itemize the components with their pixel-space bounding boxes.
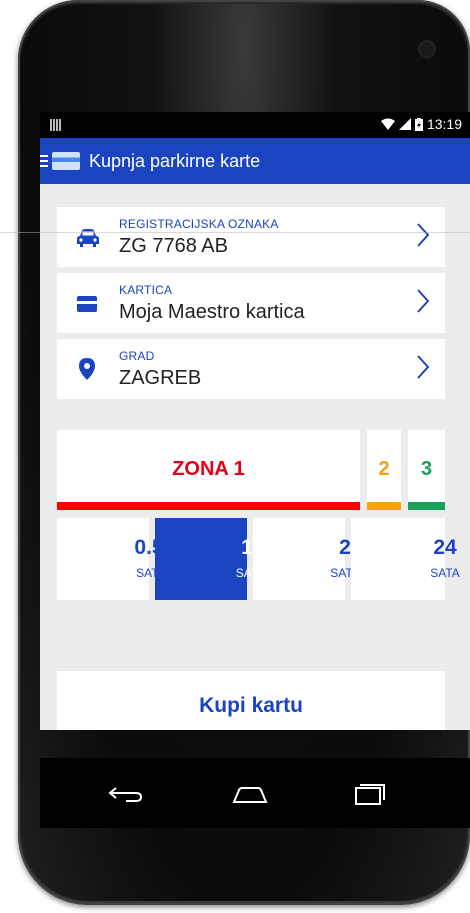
app-bar: Kupnja parkirne karte <box>40 138 470 184</box>
navigation-bar <box>40 758 470 828</box>
row-card-label: KARTICA <box>119 283 173 297</box>
row-city-label: GRAD <box>119 349 155 363</box>
duration-value: 24 <box>433 536 457 559</box>
front-camera <box>420 42 434 56</box>
back-icon[interactable] <box>106 780 146 808</box>
zone-3-tab[interactable]: 3 <box>408 430 445 510</box>
battery-icon <box>414 117 423 131</box>
duration-option-selected[interactable]: 1 SAT <box>155 518 258 600</box>
zone-2-tab[interactable]: 2 <box>367 430 401 510</box>
zone-selector: ZONA 1 2 3 <box>57 430 445 516</box>
wifi-icon <box>380 118 395 130</box>
chevron-right-icon <box>417 223 429 247</box>
duration-option[interactable]: 0.5 SATI <box>57 518 164 600</box>
screen: 13:19 Kupnja parkirne karte REGISTRACIJS… <box>40 112 470 730</box>
buy-ticket-button[interactable]: Kupi kartu <box>57 671 445 730</box>
zone-2-label: 2 <box>378 458 390 480</box>
zone-1-bar <box>57 502 360 510</box>
duration-unit: SATA <box>430 566 460 580</box>
status-bar: 13:19 <box>40 112 470 138</box>
duration-selector: 0.5 SATI 1 SAT 2 SATA 24 SATA <box>57 518 460 600</box>
row-city-value: ZAGREB <box>119 367 202 389</box>
status-icons: 13:19 <box>380 116 462 132</box>
duration-option[interactable]: 2 SATA <box>253 518 360 600</box>
divider-line <box>0 232 470 233</box>
row-card[interactable]: KARTICA Moja Maestro kartica <box>57 273 445 333</box>
home-icon[interactable] <box>230 780 270 808</box>
buy-ticket-label: Kupi kartu <box>199 694 303 717</box>
signal-icon <box>398 118 411 130</box>
zone-3-label: 3 <box>420 458 433 480</box>
app-logo-icon <box>52 152 80 170</box>
location-pin-icon <box>79 358 95 380</box>
row-registration[interactable]: REGISTRACIJSKA OZNAKA ZG 7768 AB <box>57 207 445 267</box>
duration-option[interactable]: 24 SATA <box>351 518 460 600</box>
zone-1-tab[interactable]: ZONA 1 <box>57 430 360 510</box>
row-city[interactable]: GRAD ZAGREB <box>57 339 445 399</box>
zone-3-bar <box>408 502 445 510</box>
menu-icon[interactable] <box>40 155 48 167</box>
notification-icon <box>50 119 62 131</box>
chevron-right-icon <box>417 289 429 313</box>
row-registration-value: ZG 7768 AB <box>119 235 228 257</box>
row-registration-label: REGISTRACIJSKA OZNAKA <box>119 217 279 231</box>
zone-1-label: ZONA 1 <box>172 458 245 480</box>
row-card-value: Moja Maestro kartica <box>119 301 305 323</box>
credit-card-icon <box>77 296 97 312</box>
chevron-right-icon <box>417 355 429 379</box>
zone-2-bar <box>367 502 401 510</box>
recent-apps-icon[interactable] <box>350 780 390 808</box>
clock: 13:19 <box>426 116 462 132</box>
app-title: Kupnja parkirne karte <box>89 150 261 171</box>
